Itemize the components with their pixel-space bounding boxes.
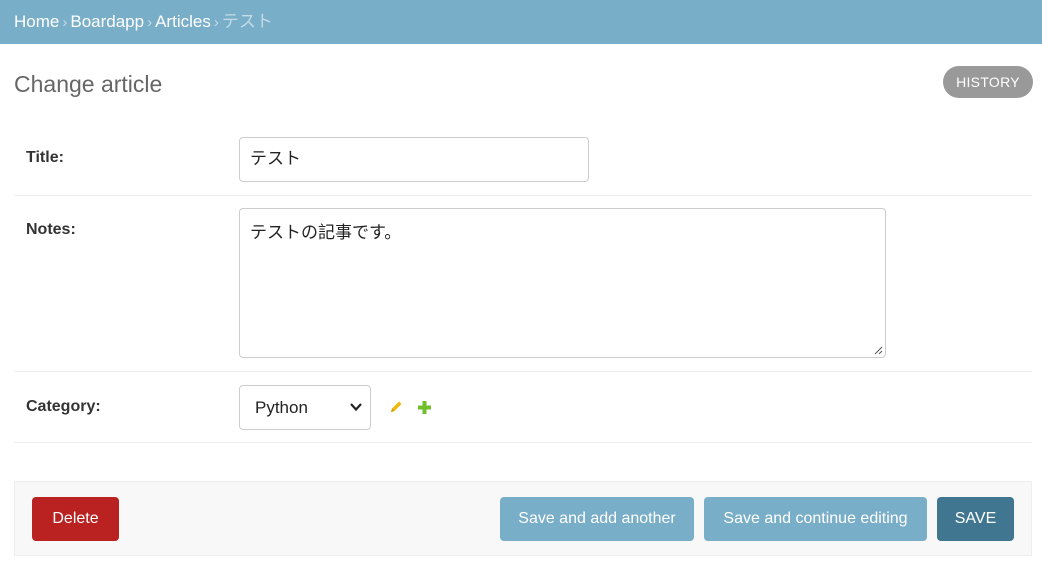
breadcrumb: Home › Boardapp › Articles › テスト [0, 0, 1042, 44]
notes-textarea[interactable]: テストの記事です。 [239, 208, 886, 358]
notes-label: Notes: [26, 221, 76, 238]
pencil-icon[interactable] [388, 399, 404, 415]
title-input[interactable]: テスト [239, 137, 589, 182]
form-row-category: Category: Python [14, 372, 1032, 443]
category-selected-value: Python [255, 398, 308, 417]
delete-button[interactable]: Delete [32, 497, 119, 541]
category-label: Category: [26, 398, 101, 415]
breadcrumb-separator: › [62, 14, 68, 31]
breadcrumb-separator: › [147, 14, 153, 31]
resize-handle-icon[interactable] [873, 345, 883, 355]
save-and-continue-button[interactable]: Save and continue editing [704, 497, 927, 541]
plus-icon[interactable] [417, 400, 432, 415]
category-select[interactable]: Python [239, 385, 371, 430]
history-button[interactable]: HISTORY [943, 66, 1033, 98]
breadcrumb-model[interactable]: Articles [155, 12, 211, 31]
breadcrumb-separator: › [213, 14, 219, 31]
form-row-notes: Notes: テストの記事です。 [14, 196, 1032, 372]
page-title: Change article [14, 71, 163, 97]
breadcrumb-home[interactable]: Home [14, 12, 59, 31]
breadcrumb-current: テスト [221, 12, 273, 31]
save-button[interactable]: SAVE [937, 497, 1014, 541]
chevron-down-icon [350, 403, 362, 412]
form-row-title: Title: テスト [14, 126, 1032, 196]
notes-text: テストの記事です。 [250, 223, 402, 243]
save-and-add-another-button[interactable]: Save and add another [500, 497, 694, 541]
submit-row: Delete Save and add another Save and con… [14, 481, 1032, 556]
breadcrumb-app[interactable]: Boardapp [70, 12, 144, 31]
title-label: Title: [26, 149, 64, 166]
